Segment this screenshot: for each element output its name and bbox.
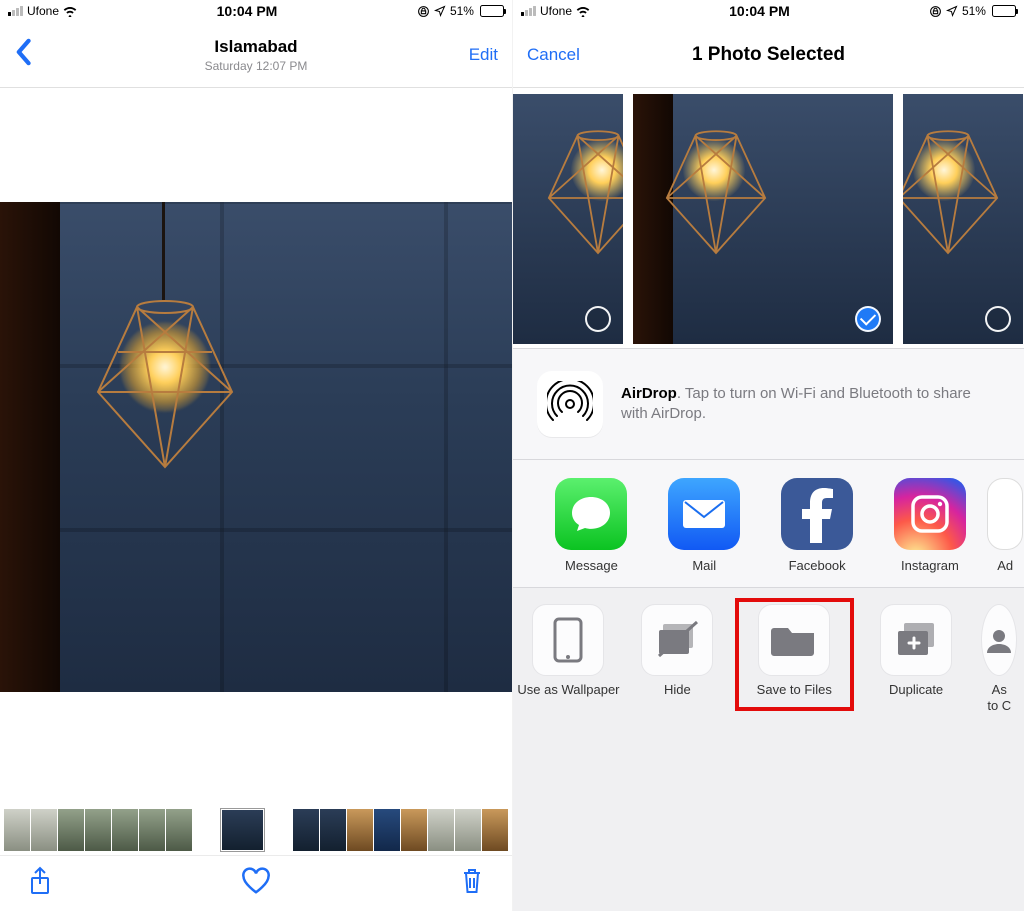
heart-icon <box>241 867 271 895</box>
photo-scrubber[interactable] <box>0 805 512 855</box>
instagram-icon <box>894 478 966 550</box>
action-duplicate[interactable]: Duplicate <box>858 604 975 713</box>
cancel-button[interactable]: Cancel <box>527 45 617 65</box>
action-use-as-wallpaper[interactable]: Use as Wallpaper <box>513 604 624 713</box>
action-hide[interactable]: Hide <box>624 604 731 713</box>
share-app-mail[interactable]: Mail <box>648 478 761 573</box>
duplicate-icon <box>880 604 952 676</box>
action-label: Save to Files <box>731 682 858 698</box>
app-label: Ad <box>986 558 1024 573</box>
orientation-lock-icon <box>929 5 942 18</box>
status-bar: Ufone 10:04 PM 51% <box>0 0 512 22</box>
folder-icon <box>758 604 830 676</box>
airdrop-text: AirDrop. Tap to turn on Wi-Fi and Blueto… <box>621 384 971 425</box>
selection-indicator[interactable] <box>585 306 611 332</box>
lamp-illustration <box>90 282 240 472</box>
mail-icon <box>668 478 740 550</box>
message-icon <box>555 478 627 550</box>
selection-indicator[interactable] <box>985 306 1011 332</box>
status-time: 10:04 PM <box>729 3 790 19</box>
share-photo-strip[interactable] <box>513 88 1024 348</box>
action-label: Hide <box>624 682 731 698</box>
share-title: 1 Photo Selected <box>617 44 920 66</box>
wifi-icon <box>576 6 590 17</box>
photo-content <box>0 202 512 692</box>
share-button[interactable] <box>28 866 52 901</box>
share-sheet-screen: Ufone 10:04 PM 51% Cancel 1 Photo Select… <box>512 0 1024 911</box>
share-app-instagram[interactable]: Instagram <box>874 478 987 573</box>
trash-icon <box>460 866 484 896</box>
orientation-lock-icon <box>417 5 430 18</box>
facebook-icon <box>781 478 853 550</box>
back-button[interactable] <box>14 38 94 71</box>
share-apps-row[interactable]: Message Mail Facebook Instagram <box>513 460 1024 587</box>
action-label: Use as Wallpaper <box>513 682 624 698</box>
photo-detail-screen: Ufone 10:04 PM 51% Islamabad Saturday 12… <box>0 0 512 911</box>
battery-percent: 51% <box>450 4 474 18</box>
location-icon <box>434 5 446 17</box>
photo-nav-bar: Islamabad Saturday 12:07 PM Edit <box>0 22 512 88</box>
app-label: Mail <box>648 558 761 573</box>
airdrop-icon <box>537 371 603 437</box>
battery-icon <box>992 5 1016 17</box>
share-sheet-body: AirDrop. Tap to turn on Wi-Fi and Blueto… <box>513 348 1024 911</box>
share-nav-bar: Cancel 1 Photo Selected <box>513 22 1024 88</box>
airdrop-row[interactable]: AirDrop. Tap to turn on Wi-Fi and Blueto… <box>513 349 1024 459</box>
contact-icon <box>981 604 1017 676</box>
signal-icon <box>8 6 23 16</box>
wifi-icon <box>63 6 77 17</box>
scrubber-current[interactable] <box>221 809 263 851</box>
wallpaper-icon <box>532 604 604 676</box>
carrier-label: Ufone <box>540 4 572 18</box>
share-app-more[interactable]: Ad <box>986 478 1024 573</box>
airdrop-name: AirDrop <box>621 385 677 402</box>
action-label: Asto C <box>975 682 1024 713</box>
app-label: Message <box>535 558 648 573</box>
app-label: Facebook <box>761 558 874 573</box>
app-label: Instagram <box>874 558 987 573</box>
share-actions-row[interactable]: Use as Wallpaper Hide Save to Files Du <box>513 588 1024 721</box>
photo-viewport[interactable] <box>0 88 512 805</box>
signal-icon <box>521 6 536 16</box>
share-app-facebook[interactable]: Facebook <box>761 478 874 573</box>
selection-indicator-checked[interactable] <box>855 306 881 332</box>
location-icon <box>946 5 958 17</box>
share-app-message[interactable]: Message <box>535 478 648 573</box>
favorite-button[interactable] <box>241 867 271 900</box>
status-bar: Ufone 10:04 PM 51% <box>513 0 1024 22</box>
more-icon <box>987 478 1023 550</box>
battery-icon <box>480 5 504 17</box>
hide-icon <box>641 604 713 676</box>
edit-button[interactable]: Edit <box>418 45 498 65</box>
action-label: Duplicate <box>858 682 975 698</box>
share-thumb-selected[interactable] <box>633 94 893 344</box>
action-assign-to-contact[interactable]: Asto C <box>975 604 1024 713</box>
delete-button[interactable] <box>460 866 484 901</box>
battery-percent: 51% <box>962 4 986 18</box>
chevron-left-icon <box>14 38 32 66</box>
photo-toolbar <box>0 855 512 911</box>
share-thumb[interactable] <box>513 94 623 344</box>
photo-datetime: Saturday 12:07 PM <box>94 59 418 73</box>
photo-location-title: Islamabad <box>94 37 418 57</box>
share-icon <box>28 866 52 896</box>
action-save-to-files[interactable]: Save to Files <box>731 604 858 713</box>
share-thumb[interactable] <box>903 94 1023 344</box>
status-time: 10:04 PM <box>217 3 278 19</box>
carrier-label: Ufone <box>27 4 59 18</box>
